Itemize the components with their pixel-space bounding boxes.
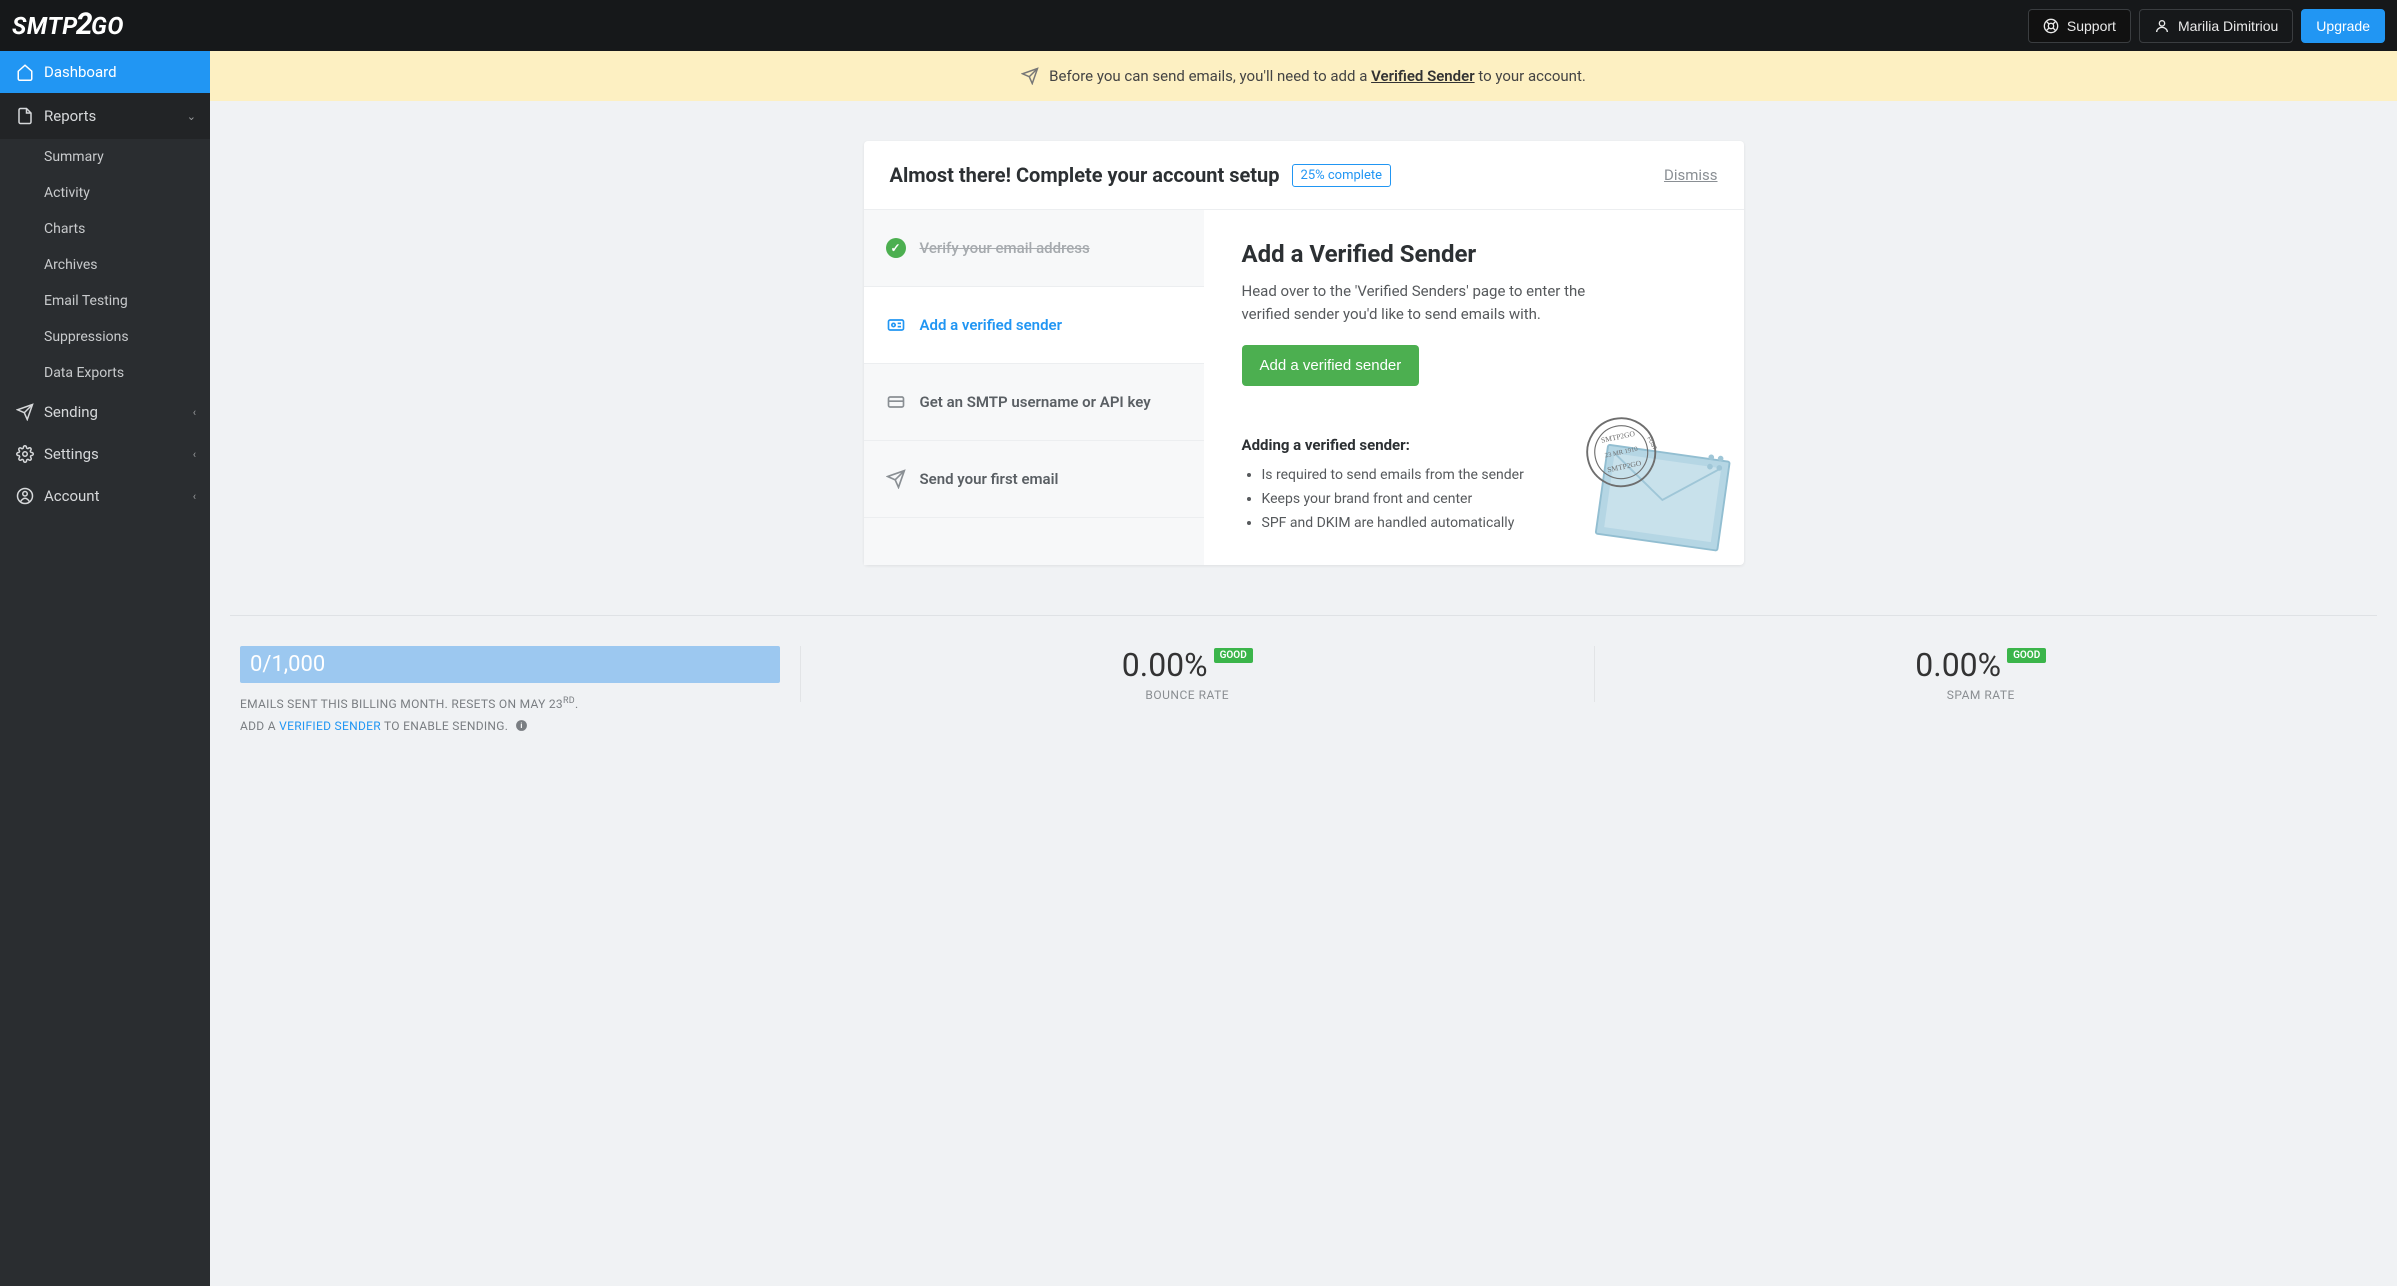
chevron-down-icon: ⌄: [187, 110, 196, 123]
setup-title: Almost there! Complete your account setu…: [890, 163, 1280, 187]
step-send-first-email[interactable]: Send your first email: [864, 441, 1204, 518]
sidebar-item-sending[interactable]: Sending ‹: [0, 391, 210, 433]
check-icon: ✓: [886, 238, 906, 258]
chevron-left-icon: ‹: [193, 490, 196, 503]
info-icon[interactable]: i: [515, 719, 528, 732]
usage-panel: 0/1,000 EMAILS SENT THIS BILLING MONTH. …: [240, 646, 780, 737]
svg-text:i: i: [520, 721, 522, 730]
user-menu-button[interactable]: Marilia Dimitriou: [2139, 9, 2293, 43]
sidebar-item-settings[interactable]: Settings ‹: [0, 433, 210, 475]
paper-plane-icon: [1021, 67, 1039, 85]
spam-rate-metric: 0.00% GOOD SPAM RATE: [1594, 646, 2368, 702]
sidebar-item-dashboard[interactable]: Dashboard: [0, 51, 210, 93]
step-add-verified-sender[interactable]: Add a verified sender: [864, 287, 1204, 364]
setup-steps: ✓ Verify your email address Add a verifi…: [864, 210, 1204, 565]
add-verified-sender-button[interactable]: Add a verified sender: [1242, 345, 1420, 386]
sidebar-sub-summary[interactable]: Summary: [0, 139, 210, 175]
status-badge: GOOD: [2007, 648, 2046, 663]
topbar: SMTP2GO Support Marilia Dimitriou Upgrad…: [0, 0, 2397, 51]
stamp-illustration: SMTP2GO 23 MR 1910 SMTP2GO POST: [1564, 405, 1744, 565]
detail-title: Add a Verified Sender: [1242, 240, 1714, 268]
sidebar: Dashboard Reports ⌄ Summary Activity Cha…: [0, 51, 210, 1286]
setup-card: Almost there! Complete your account setu…: [864, 141, 1744, 565]
sidebar-sub-email-testing[interactable]: Email Testing: [0, 283, 210, 319]
spam-label: SPAM RATE: [1947, 688, 2015, 702]
chevron-left-icon: ‹: [193, 448, 196, 461]
step-verify-email[interactable]: ✓ Verify your email address: [864, 210, 1204, 287]
sidebar-sub-data-exports[interactable]: Data Exports: [0, 355, 210, 391]
logo[interactable]: SMTP2GO: [12, 8, 124, 43]
progress-badge: 25% complete: [1292, 164, 1391, 187]
verified-sender-banner: Before you can send emails, you'll need …: [210, 51, 2397, 101]
usage-caption: EMAILS SENT THIS BILLING MONTH. RESETS O…: [240, 693, 780, 737]
upgrade-button[interactable]: Upgrade: [2301, 9, 2385, 43]
verified-sender-link[interactable]: Verified Sender: [1371, 67, 1475, 85]
sidebar-item-reports[interactable]: Reports ⌄: [0, 93, 210, 139]
card-icon: [886, 392, 906, 412]
support-button[interactable]: Support: [2028, 9, 2131, 43]
dashboard-stats: 0/1,000 EMAILS SENT THIS BILLING MONTH. …: [230, 615, 2377, 757]
step-get-api-key[interactable]: Get an SMTP username or API key: [864, 364, 1204, 441]
user-circle-icon: [16, 487, 34, 505]
spam-value: 0.00%: [1915, 646, 2001, 684]
detail-desc: Head over to the 'Verified Senders' page…: [1242, 280, 1622, 325]
document-icon: [16, 107, 34, 125]
send-icon: [16, 403, 34, 421]
usage-count: 0/1,000: [240, 646, 780, 683]
sidebar-sub-archives[interactable]: Archives: [0, 247, 210, 283]
main: Before you can send emails, you'll need …: [210, 51, 2397, 1286]
user-icon: [2154, 18, 2170, 34]
home-icon: [16, 63, 34, 81]
paper-plane-icon: [886, 469, 906, 489]
bounce-label: BOUNCE RATE: [1145, 688, 1229, 702]
sidebar-item-account[interactable]: Account ‹: [0, 475, 210, 517]
sidebar-sub-activity[interactable]: Activity: [0, 175, 210, 211]
setup-header: Almost there! Complete your account setu…: [864, 141, 1744, 210]
sender-icon: [886, 315, 906, 335]
verified-sender-link[interactable]: VERIFIED SENDER: [279, 719, 381, 733]
sidebar-sub-charts[interactable]: Charts: [0, 211, 210, 247]
setup-detail: Add a Verified Sender Head over to the '…: [1204, 210, 1744, 565]
bounce-value: 0.00%: [1122, 646, 1208, 684]
chevron-left-icon: ‹: [193, 406, 196, 419]
gear-icon: [16, 445, 34, 463]
sidebar-sub-suppressions[interactable]: Suppressions: [0, 319, 210, 355]
dismiss-link[interactable]: Dismiss: [1664, 166, 1718, 184]
bounce-rate-metric: 0.00% GOOD BOUNCE RATE: [800, 646, 1574, 702]
status-badge: GOOD: [1214, 648, 1253, 663]
lifebuoy-icon: [2043, 18, 2059, 34]
